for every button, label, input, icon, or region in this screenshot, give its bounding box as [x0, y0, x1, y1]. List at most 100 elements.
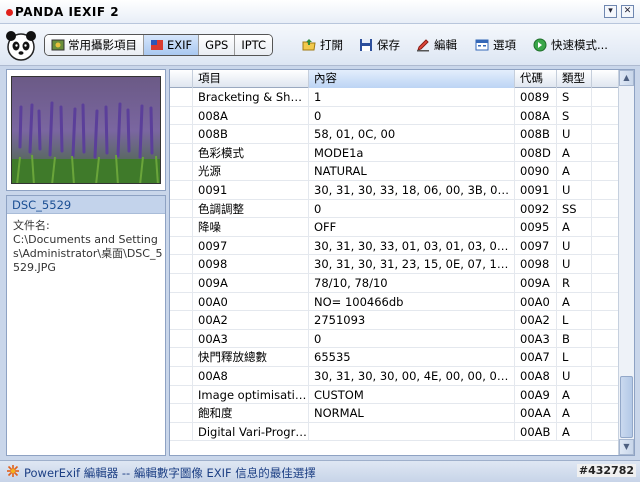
content-cell: [309, 422, 515, 441]
type-cell: A: [557, 292, 592, 311]
scroll-up-button[interactable]: ▲: [619, 70, 634, 86]
table-row[interactable]: Image optimisation CUSTOM 00A9 A: [170, 385, 618, 405]
item-cell: 0098: [193, 255, 309, 274]
table-row[interactable]: Digital Vari-Program 00AB A: [170, 422, 618, 442]
table-row[interactable]: 飽和度 NORMAL 00AA A: [170, 404, 618, 423]
row-indent: [170, 218, 193, 237]
table-row[interactable]: 降噪 OFF 0095 A: [170, 218, 618, 237]
row-indent: [170, 125, 193, 144]
header-content[interactable]: 內容: [309, 70, 515, 88]
item-cell: Bracketing & Shoo...: [193, 88, 309, 106]
star-burst-icon: [7, 465, 19, 477]
type-cell: A: [557, 404, 592, 423]
code-cell: 008B: [515, 125, 557, 144]
photo-thumbnail[interactable]: [11, 76, 161, 184]
type-cell: L: [557, 311, 592, 330]
save-button-label: 保存: [377, 38, 400, 52]
code-cell: 009A: [515, 273, 557, 292]
status-bar: PowerExif 編輯器 -- 編輯數字圖像 EXIF 信息的最佳選擇 #43…: [0, 460, 640, 482]
code-cell: 0092: [515, 199, 557, 218]
table-row[interactable]: 0097 30, 31, 30, 33, 01, 03, 01, 03, 01, …: [170, 236, 618, 256]
file-name-label: 文件名:: [13, 219, 50, 232]
vertical-scrollbar[interactable]: ▲ ▼: [618, 70, 634, 455]
scroll-thumb[interactable]: [620, 376, 633, 438]
tab-iptc[interactable]: IPTC: [235, 35, 273, 55]
table-row[interactable]: 008B 58, 01, 0C, 00 008B U: [170, 125, 618, 144]
thumbnail-frame: [6, 69, 166, 191]
content-cell: NATURAL: [309, 162, 515, 181]
item-cell: Image optimisation: [193, 385, 309, 404]
item-cell: 快門釋放總數: [193, 348, 309, 367]
row-indent: [170, 273, 193, 292]
tab-gps[interactable]: GPS: [199, 35, 236, 55]
type-cell: U: [557, 366, 592, 385]
table-row[interactable]: 色彩模式 MODE1a 008D A: [170, 143, 618, 163]
type-cell: A: [557, 162, 592, 181]
row-extra: [592, 274, 618, 292]
open-button[interactable]: 打開: [302, 36, 343, 54]
item-cell: 00A3: [193, 329, 309, 348]
table-row[interactable]: 009A 78/10, 78/10 009A R: [170, 273, 618, 293]
row-extra: [592, 386, 618, 404]
table-row[interactable]: 0091 30, 31, 30, 33, 18, 06, 00, 3B, 00, …: [170, 180, 618, 200]
tab-common-photo[interactable]: 常用攝影項目: [45, 35, 144, 55]
table-row[interactable]: 00A3 0 00A3 B: [170, 329, 618, 349]
options-button[interactable]: 選項: [475, 36, 516, 54]
header-type[interactable]: 類型: [557, 70, 592, 88]
table-row[interactable]: Bracketing & Shoo... 1 0089 S: [170, 88, 618, 107]
row-extra: [592, 404, 618, 422]
scroll-down-button[interactable]: ▼: [619, 439, 634, 455]
row-indent: [170, 162, 193, 181]
row-indent: [170, 106, 193, 125]
code-cell: 00AB: [515, 422, 557, 441]
table-header: 項目 內容 代碼 類型: [170, 70, 618, 88]
type-cell: B: [557, 329, 592, 348]
row-extra: [592, 181, 618, 199]
preview-pane: DSC_5529 文件名: C:\Documents and Settings\…: [6, 69, 166, 456]
item-cell: 降噪: [193, 218, 309, 237]
table-row[interactable]: 00A0 NO= 100466db 00A0 A: [170, 292, 618, 312]
table-row[interactable]: 008A 0 008A S: [170, 106, 618, 126]
content-cell: OFF: [309, 218, 515, 237]
code-cell: 00A0: [515, 292, 557, 311]
table-row[interactable]: 00A2 2751093 00A2 L: [170, 311, 618, 330]
table-row[interactable]: 色調調整 0 0092 SS: [170, 199, 618, 219]
code-cell: 00A9: [515, 385, 557, 404]
close-button[interactable]: ✕: [621, 5, 634, 18]
table-row[interactable]: 光源 NATURAL 0090 A: [170, 162, 618, 181]
row-indent: [170, 385, 193, 404]
content-cell: 58, 01, 0C, 00: [309, 125, 515, 144]
header-code[interactable]: 代碼: [515, 70, 557, 88]
app-title-text: PANDA IEXIF 2: [15, 5, 120, 19]
edit-button[interactable]: 編輯: [416, 36, 457, 54]
row-indent: [170, 404, 193, 423]
item-cell: 色調調整: [193, 199, 309, 218]
row-extra: [592, 218, 618, 236]
type-cell: A: [557, 218, 592, 237]
row-extra: [592, 348, 618, 366]
table-row[interactable]: 0098 30, 31, 30, 31, 23, 15, 0E, 07, 11, …: [170, 255, 618, 274]
table-row[interactable]: 00A8 30, 31, 30, 30, 00, 4E, 00, 00, 00, …: [170, 366, 618, 386]
code-cell: 0098: [515, 255, 557, 274]
image-id-badge: #432782: [576, 464, 636, 477]
tab-exif[interactable]: EXIF: [144, 35, 200, 55]
header-item[interactable]: 項目: [193, 70, 309, 88]
tab-label: IPTC: [241, 38, 267, 52]
edit-icon: [417, 39, 429, 52]
content-cell: NORMAL: [309, 404, 515, 423]
options-button-label: 選項: [493, 38, 516, 52]
quick-mode-button-label: 快速模式...: [551, 38, 608, 52]
save-button[interactable]: 保存: [359, 36, 400, 54]
content-cell: 30, 31, 30, 33, 18, 06, 00, 3B, 00, ...: [309, 180, 515, 199]
item-cell: 00A0: [193, 292, 309, 311]
row-extra: [592, 107, 618, 125]
code-cell: 00A7: [515, 348, 557, 367]
quick-mode-button[interactable]: 快速模式...: [533, 36, 608, 54]
code-cell: 0089: [515, 88, 557, 106]
table-row[interactable]: 快門釋放總數 65535 00A7 L: [170, 348, 618, 367]
type-cell: A: [557, 422, 592, 441]
minimize-button[interactable]: ▾: [604, 5, 617, 18]
content-cell: CUSTOM: [309, 385, 515, 404]
content-cell: 78/10, 78/10: [309, 273, 515, 292]
row-extra: [592, 162, 618, 180]
